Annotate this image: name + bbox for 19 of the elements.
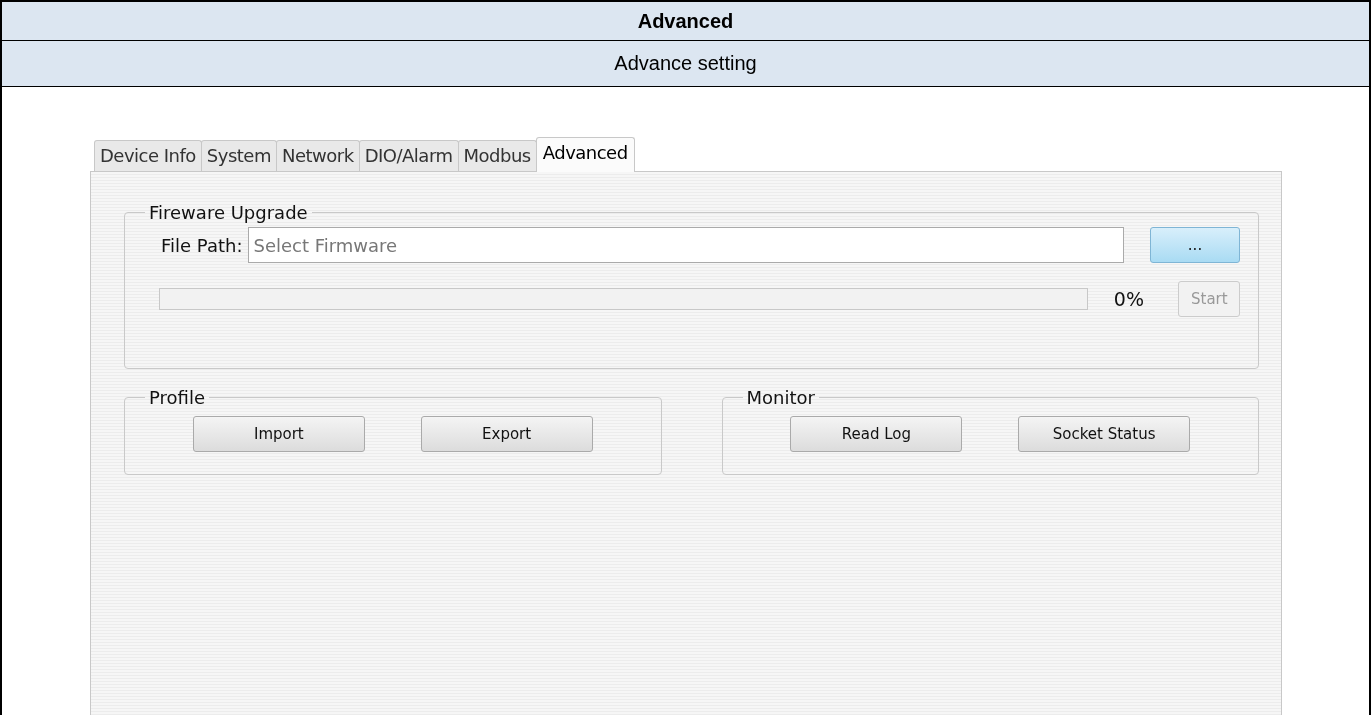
- tab[interactable]: DIO/Alarm: [358, 140, 459, 171]
- section-subtitle: Advance setting: [614, 52, 757, 75]
- tab[interactable]: System: [200, 140, 277, 171]
- group-title: Monitor: [745, 387, 816, 408]
- monitor-button[interactable]: Socket Status: [1018, 416, 1191, 452]
- group-title: Fireware Upgrade: [148, 202, 309, 223]
- tab[interactable]: Network: [276, 140, 360, 171]
- group-title: Profile: [148, 387, 206, 408]
- field-label: File Path:: [161, 234, 243, 256]
- tab[interactable]: Device Info: [94, 140, 202, 171]
- browse-button[interactable]: ...: [1150, 227, 1240, 263]
- profile-button[interactable]: Import: [192, 416, 365, 452]
- profile-button[interactable]: Export: [420, 416, 593, 452]
- file-path-field[interactable]: Select Firmware: [248, 227, 1124, 263]
- section-title: Advanced: [637, 9, 734, 33]
- progress-percent: 0%: [1113, 288, 1144, 310]
- monitor-button[interactable]: Read Log: [790, 416, 963, 452]
- tab[interactable]: Advanced: [535, 137, 635, 172]
- tab[interactable]: Modbus: [457, 140, 537, 171]
